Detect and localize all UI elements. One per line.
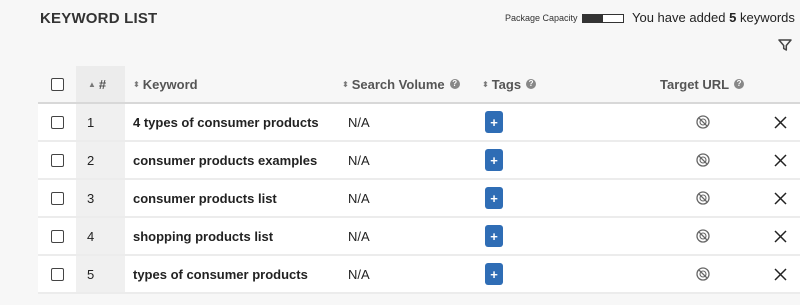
target-url-cell [696, 180, 710, 216]
no-target-url-icon[interactable] [696, 191, 710, 205]
search-volume-value: N/A [348, 114, 370, 130]
row-checkbox[interactable] [51, 191, 64, 205]
delete-icon[interactable] [774, 191, 787, 205]
keyword-text: shopping products list [133, 228, 274, 244]
delete-icon[interactable] [774, 153, 787, 167]
no-target-url-icon[interactable] [696, 115, 710, 129]
table-row: 3 consumer products list N/A + [38, 180, 800, 218]
select-all-cell [51, 66, 64, 102]
keyword-table: ▲ # ⬍ Keyword ⬍ Search Volume ? ⬍ Tags ?… [38, 66, 800, 294]
column-header-tags[interactable]: ⬍ Tags ? [482, 66, 537, 102]
row-number: 4 [76, 218, 125, 254]
added-count: 5 [729, 10, 737, 25]
table-row: 4 shopping products list N/A + [38, 218, 800, 256]
sort-icon: ⬍ [342, 79, 349, 89]
package-capacity: Package Capacity [505, 13, 624, 23]
row-checkbox[interactable] [51, 267, 64, 281]
added-suffix: keywords [740, 10, 795, 25]
target-url-cell [696, 142, 710, 178]
tag-cell: + [485, 256, 503, 292]
sort-asc-icon: ▲ [88, 79, 96, 89]
add-tag-button[interactable]: + [485, 149, 503, 171]
table-row: 2 consumer products examples N/A + [38, 142, 800, 180]
delete-icon[interactable] [774, 229, 787, 243]
tag-cell: + [485, 142, 503, 178]
keywords-added-text: You have added 5 keywords [632, 10, 795, 25]
add-tag-button[interactable]: + [485, 225, 503, 247]
column-header-tags-label: Tags [491, 76, 522, 92]
column-header-keyword-label: Keyword [142, 76, 198, 92]
table-row: 5 types of consumer products N/A + [38, 256, 800, 294]
row-checkbox[interactable] [51, 115, 64, 129]
added-prefix: You have added [632, 10, 726, 25]
row-number: 5 [76, 256, 125, 292]
tag-cell: + [485, 104, 503, 140]
keyword-text: types of consumer products [133, 266, 308, 282]
tag-cell: + [485, 218, 503, 254]
row-select-cell [51, 104, 64, 140]
delete-cell [774, 218, 787, 254]
column-header-keyword[interactable]: ⬍ Keyword [133, 66, 198, 102]
column-header-search-volume[interactable]: ⬍ Search Volume ? [342, 66, 460, 102]
target-url-cell [696, 256, 710, 292]
target-url-cell [696, 104, 710, 140]
row-select-cell [51, 256, 64, 292]
delete-icon[interactable] [774, 267, 787, 281]
delete-cell [774, 142, 787, 178]
table-row: 1 4 types of consumer products N/A + [38, 104, 800, 142]
sort-icon: ⬍ [133, 79, 140, 89]
package-capacity-label: Package Capacity [505, 13, 578, 23]
keyword-text: consumer products list [133, 190, 277, 206]
help-icon[interactable]: ? [449, 79, 460, 89]
column-header-target-url-label: Target URL [660, 76, 730, 92]
no-target-url-icon[interactable] [696, 267, 710, 281]
delete-cell [774, 104, 787, 140]
no-target-url-icon[interactable] [696, 229, 710, 243]
add-tag-button[interactable]: + [485, 111, 503, 133]
column-header-num-label: # [98, 76, 107, 92]
target-url-cell [696, 218, 710, 254]
search-volume-value: N/A [348, 152, 370, 168]
keyword-text: 4 types of consumer products [133, 114, 319, 130]
row-select-cell [51, 218, 64, 254]
help-icon[interactable]: ? [526, 79, 537, 89]
row-number: 1 [76, 104, 125, 140]
select-all-checkbox[interactable] [51, 77, 64, 91]
table-body: 1 4 types of consumer products N/A + 2 c… [38, 104, 800, 294]
keyword-text: consumer products examples [133, 152, 318, 168]
delete-cell [774, 256, 787, 292]
row-select-cell [51, 142, 64, 178]
add-tag-button[interactable]: + [485, 263, 503, 285]
column-header-num[interactable]: ▲ # [88, 66, 106, 102]
row-checkbox[interactable] [51, 229, 64, 243]
tag-cell: + [485, 180, 503, 216]
delete-cell [774, 180, 787, 216]
package-capacity-bar [581, 13, 624, 23]
filter-icon[interactable] [778, 38, 792, 52]
no-target-url-icon[interactable] [696, 153, 710, 167]
search-volume-value: N/A [348, 190, 370, 206]
row-number: 3 [76, 180, 125, 216]
delete-icon[interactable] [774, 115, 787, 129]
package-capacity-fill [582, 14, 603, 22]
row-checkbox[interactable] [51, 153, 64, 167]
row-select-cell [51, 180, 64, 216]
column-header-target-url: Target URL ? [660, 66, 745, 102]
search-volume-value: N/A [348, 228, 370, 244]
table-header: ▲ # ⬍ Keyword ⬍ Search Volume ? ⬍ Tags ?… [38, 66, 800, 104]
page-title: KEYWORD LIST [40, 10, 158, 27]
add-tag-button[interactable]: + [485, 187, 503, 209]
sort-icon: ⬍ [482, 79, 489, 89]
help-icon[interactable]: ? [734, 79, 745, 89]
search-volume-value: N/A [348, 266, 370, 282]
row-number: 2 [76, 142, 125, 178]
column-header-search-volume-label: Search Volume [351, 76, 445, 92]
